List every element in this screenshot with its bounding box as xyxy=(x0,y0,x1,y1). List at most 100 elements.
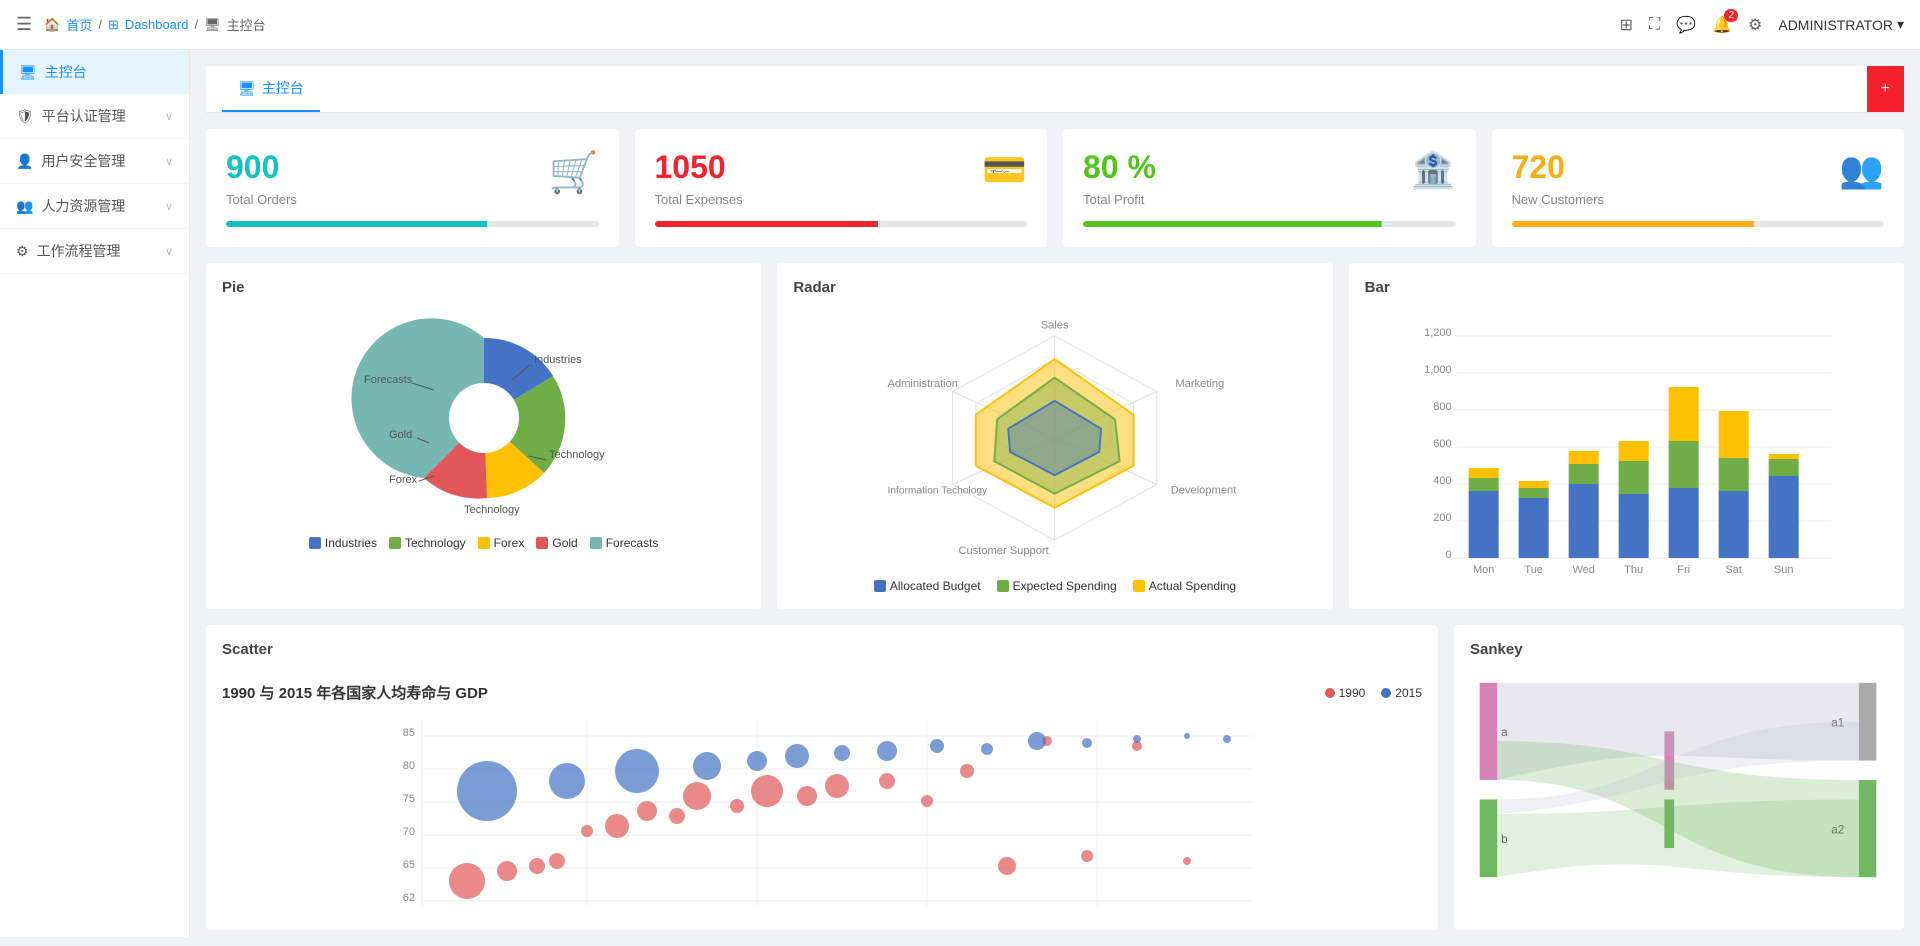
breadcrumb-dashboard: Dashboard xyxy=(125,17,189,32)
scatter-legend: 1990 2015 xyxy=(1325,686,1422,700)
svg-text:Sat: Sat xyxy=(1725,564,1742,576)
legend-dot-actual xyxy=(1133,580,1145,592)
sidebar-header-item[interactable]: 🖥 主控台 xyxy=(0,50,189,94)
legend-label-expected: Expected Spending xyxy=(1013,579,1117,593)
user-arrow-icon: ▾ xyxy=(1897,16,1904,33)
pie-container: Industries Technology Technology Forex G… xyxy=(222,308,745,550)
legend-label-allocated: Allocated Budget xyxy=(890,579,981,593)
legend-dot-forex xyxy=(478,537,490,549)
svg-text:Fri: Fri xyxy=(1677,564,1690,576)
svg-text:Mon: Mon xyxy=(1473,564,1494,576)
legend-forecasts: Forecasts xyxy=(590,536,659,550)
sidebar-hr-label: 人力资源管理 xyxy=(41,196,125,216)
svg-text:Sales: Sales xyxy=(1041,319,1069,331)
svg-text:1,200: 1,200 xyxy=(1424,327,1452,339)
sidebar-item-user[interactable]: 👤 用户安全管理 ∨ xyxy=(0,139,189,184)
svg-text:Customer Support: Customer Support xyxy=(959,545,1050,557)
svg-text:400: 400 xyxy=(1433,475,1451,487)
main-content: 🖥 主控台 + 900 Total Orders 🛒 1050 Total Ex… xyxy=(190,50,1920,946)
stat-bar-customers xyxy=(1512,221,1885,227)
radar-legend: Allocated Budget Expected Spending Actua… xyxy=(793,579,1316,593)
svg-text:Marketing: Marketing xyxy=(1176,378,1225,390)
stat-number-customers: 720 xyxy=(1512,149,1885,186)
legend-allocated: Allocated Budget xyxy=(874,579,981,593)
stat-icon-orders: 🛒 xyxy=(549,149,599,196)
platform-arrow-icon: ∨ xyxy=(165,110,173,123)
stat-card-orders: 900 Total Orders 🛒 xyxy=(206,129,619,247)
tab-bar: 🖥 主控台 + xyxy=(206,66,1904,113)
scatter-svg: 85 80 75 70 65 62 xyxy=(222,711,1422,911)
svg-text:Thu: Thu xyxy=(1624,564,1643,576)
legend-actual: Actual Spending xyxy=(1133,579,1236,593)
legend-1990: 1990 xyxy=(1325,686,1366,700)
svg-text:Technology: Technology xyxy=(464,504,520,516)
svg-text:Tue: Tue xyxy=(1524,564,1543,576)
legend-label-gold: Gold xyxy=(552,536,577,550)
tab-add-button[interactable]: + xyxy=(1867,66,1904,112)
sidebar-item-hr[interactable]: 👥 人力资源管理 ∨ xyxy=(0,184,189,229)
stat-label-orders: Total Orders xyxy=(226,192,599,207)
sidebar-platform-label: 平台认证管理 xyxy=(42,106,126,126)
pie-title: Pie xyxy=(222,279,745,296)
user-arrow-icon2: ∨ xyxy=(165,155,173,168)
svg-text:70: 70 xyxy=(403,826,415,838)
stat-bar-profit xyxy=(1083,221,1456,227)
user-area[interactable]: ADMINISTRATOR ▾ xyxy=(1778,16,1904,33)
legend-label-industries: Industries xyxy=(325,536,377,550)
stat-number-profit: 80 % xyxy=(1083,149,1456,186)
breadcrumb-sep2: / xyxy=(194,17,198,32)
tab-dashboard[interactable]: 🖥 主控台 xyxy=(222,66,320,112)
menu-icon[interactable]: ☰ xyxy=(16,14,32,35)
legend-2015: 2015 xyxy=(1381,686,1422,700)
sankey-card: Sankey a b a1 a2 xyxy=(1454,625,1904,930)
workflow-arrow-icon: ∨ xyxy=(165,245,173,258)
svg-text:Development: Development xyxy=(1171,485,1237,497)
svg-text:Forex: Forex xyxy=(389,474,418,486)
dashboard-icon: ⊞ xyxy=(108,17,119,33)
radar-title: Radar xyxy=(793,279,1316,296)
sidebar: ⊞ Dashboard ∧ 🖥 主控台 🛡 平台认证管理 ∨ 👤 用户安全管理 … xyxy=(0,0,190,937)
tab-icon: 🖥 xyxy=(238,80,256,97)
workflow-icon: ⚙ xyxy=(16,243,29,260)
svg-text:85: 85 xyxy=(403,727,415,739)
breadcrumb-icon2: 🖥 xyxy=(204,17,221,33)
bell-icon[interactable]: 🔔 2 xyxy=(1712,15,1732,35)
legend-dot-allocated xyxy=(874,580,886,592)
sidebar-item-platform[interactable]: 🛡 平台认证管理 ∨ xyxy=(0,94,189,139)
scatter-subtitle: 1990 与 2015 年各国家人均寿命与 GDP xyxy=(222,682,488,703)
top-nav-right: ⊞ ⛶ 💬 🔔 2 ⚙ ADMINISTRATOR ▾ xyxy=(1620,15,1904,35)
legend-dot-industries xyxy=(309,537,321,549)
svg-text:Industries: Industries xyxy=(534,354,582,366)
svg-text:1,000: 1,000 xyxy=(1424,364,1452,376)
svg-text:65: 65 xyxy=(403,859,415,871)
legend-expected: Expected Spending xyxy=(997,579,1117,593)
svg-text:80: 80 xyxy=(403,760,415,772)
sidebar-header-label: 主控台 xyxy=(45,62,87,82)
sidebar-workflow-label: 工作流程管理 xyxy=(37,241,121,261)
radar-card: Radar Sales Mar xyxy=(777,263,1332,609)
stat-card-profit: 80 % Total Profit 🏦 xyxy=(1063,129,1476,247)
hr-icon: 👥 xyxy=(16,198,33,215)
svg-text:0: 0 xyxy=(1445,549,1451,561)
grid-icon[interactable]: ⊞ xyxy=(1620,15,1633,35)
stat-number-expenses: 1050 xyxy=(655,149,1028,186)
chat-icon[interactable]: 💬 xyxy=(1676,15,1696,35)
platform-icon: 🛡 xyxy=(16,108,34,125)
bar-card: Bar 0 200 400 600 800 1,000 1,200 xyxy=(1349,263,1904,609)
svg-text:Information Techology: Information Techology xyxy=(888,486,989,497)
stat-label-expenses: Total Expenses xyxy=(655,192,1028,207)
hr-arrow-icon: ∨ xyxy=(165,200,173,213)
sankey-svg: a b a1 a2 xyxy=(1470,670,1888,890)
scatter-card: Scatter 1990 与 2015 年各国家人均寿命与 GDP 1990 2… xyxy=(206,625,1438,930)
charts-row: Pie Industries xyxy=(206,263,1904,609)
username: ADMINISTRATOR xyxy=(1778,17,1893,33)
expand-icon[interactable]: ⛶ xyxy=(1649,16,1660,34)
stat-number-orders: 900 xyxy=(226,149,599,186)
stat-icon-profit: 🏦 xyxy=(1411,149,1456,191)
sidebar-item-workflow[interactable]: ⚙ 工作流程管理 ∨ xyxy=(0,229,189,274)
pie-svg: Industries Technology Technology Forex G… xyxy=(334,308,634,528)
radar-svg: Sales Marketing Development Customer Sup… xyxy=(793,308,1316,568)
legend-dot-2015 xyxy=(1381,688,1391,698)
legend-label-actual: Actual Spending xyxy=(1149,579,1236,593)
settings-icon[interactable]: ⚙ xyxy=(1748,15,1762,35)
